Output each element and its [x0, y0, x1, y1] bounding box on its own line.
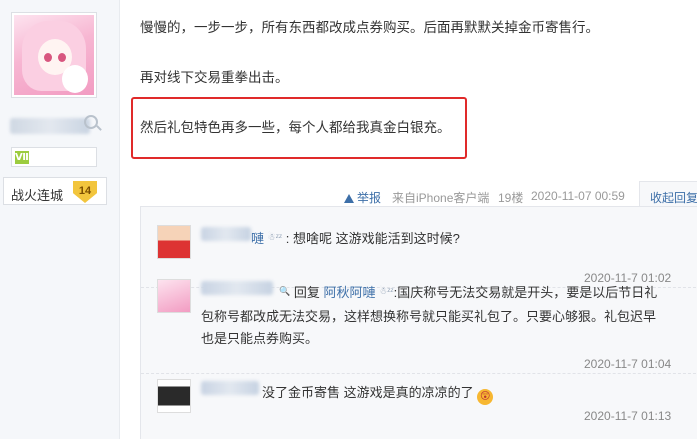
level-icon: Ⅷ [15, 151, 32, 164]
collapse-replies-button[interactable]: 收起回复 [639, 181, 697, 207]
author-username-blurred[interactable] [10, 118, 90, 134]
reply-text-row: 🔍 回复 阿秋阿嗹 ☃ᶻᶻ:国庆称号无法交易就是开头，要是以后节日礼 [279, 282, 657, 301]
reply-item: 🔍 回复 阿秋阿嗹 ☃ᶻᶻ:国庆称号无法交易就是开头，要是以后节日礼 包称号都改… [157, 279, 697, 371]
client-source: 来自iPhone客户端 [392, 191, 490, 205]
post-line-2: 再对线下交易重拳出击。 [140, 70, 289, 85]
post-time: 2020-11-07 00:59 [531, 189, 625, 203]
reply-username-blurred[interactable] [201, 227, 251, 241]
reply-text-row: 没了金币寄售 这游戏是真的凉凉的了 😲 [262, 382, 494, 405]
reply-item: 没了金币寄售 这游戏是真的凉凉的了 😲 2020-11-7 01:13 [157, 379, 697, 439]
shocked-emoji-icon: 😲 [477, 389, 494, 405]
mini-badge-icon: ☃ᶻᶻ [379, 286, 394, 296]
reply-text: : 想啥呢 这游戏能活到这时候? [285, 231, 460, 246]
avatar-image [14, 15, 94, 95]
author-sidebar: Ⅷ 战火连城 14 [0, 0, 120, 439]
reply-text-line-3: 也是只能点券购买。 [201, 331, 319, 346]
mini-badge-icon: ☃ᶻᶻ [267, 232, 283, 242]
reply-text: :国庆称号无法交易就是开头，要是以后节日礼 [393, 285, 658, 300]
reply-target-user[interactable]: 阿秋阿嗹 [323, 285, 375, 300]
reply-avatar[interactable] [157, 225, 191, 259]
highlight-annotation [131, 97, 467, 159]
reply-avatar[interactable] [157, 379, 191, 413]
reply-text: 没了金币寄售 这游戏是真的凉凉的了 [262, 385, 474, 400]
level-box[interactable]: Ⅷ [11, 147, 97, 167]
warning-icon [344, 194, 354, 203]
reply-time: 2020-11-7 01:04 [584, 357, 672, 371]
forum-badge[interactable]: 战火连城 14 [3, 177, 107, 205]
author-avatar[interactable] [11, 12, 97, 98]
badge-name: 战火连城 [11, 188, 64, 203]
reply-text-row: 嗹 ☃ᶻᶻ : 想啥呢 这游戏能活到这时候? [251, 228, 460, 247]
badge-level-icon: 14 [73, 181, 97, 203]
reply-divider [141, 373, 697, 374]
reply-item: 嗹 ☃ᶻᶻ : 想啥呢 这游戏能活到这时候? 2020-11-7 01:02 [157, 225, 697, 285]
magnifier-icon [84, 115, 98, 129]
reply-avatar[interactable] [157, 279, 191, 313]
floor-number: 19楼 [498, 191, 524, 205]
post-line-1: 慢慢的，一步一步，所有东西都改成点券购买。后面再默默关掉金币寄售行。 [140, 20, 599, 35]
magnifier-icon: 🔍 [279, 286, 291, 296]
reply-username-tail[interactable]: 嗹 [251, 231, 264, 246]
reply-username-blurred[interactable] [201, 381, 259, 395]
reply-text-line-2: 包称号都改成无法交易，这样想换称号就只能买礼包了。只要心够狠。礼包迟早 [201, 309, 657, 324]
report-link[interactable]: 举报 [344, 189, 381, 206]
reply-list: 嗹 ☃ᶻᶻ : 想啥呢 这游戏能活到这时候? 2020-11-7 01:02 🔍… [140, 206, 697, 439]
reply-username-blurred[interactable] [201, 281, 273, 295]
reply-keyword: 回复 [293, 285, 320, 300]
reply-time: 2020-11-7 01:13 [584, 409, 672, 423]
